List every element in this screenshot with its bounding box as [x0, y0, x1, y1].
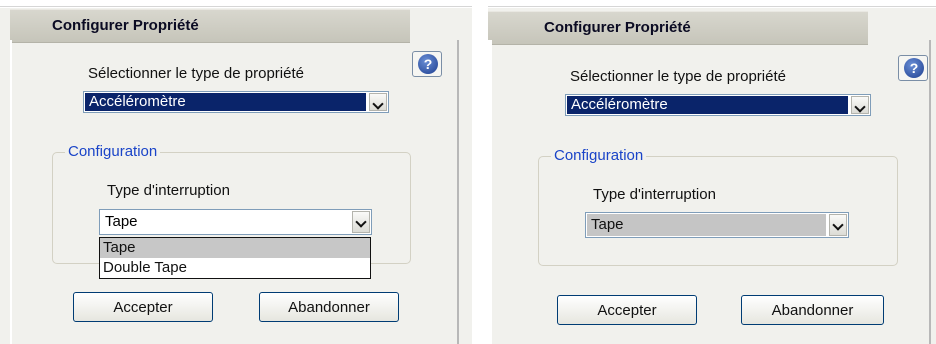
interrupt-type-value: Tape	[587, 214, 826, 236]
property-type-value: Accéléromètre	[85, 93, 366, 111]
left-edge	[10, 40, 12, 344]
help-button[interactable]: ?	[898, 55, 928, 81]
top-band	[488, 0, 936, 8]
top-band	[0, 0, 472, 8]
property-type-label: Sélectionner le type de propriété	[570, 68, 786, 85]
chevron-down-icon[interactable]	[851, 96, 869, 114]
interrupt-type-dropdown-list: Tape Double Tape	[99, 237, 371, 279]
cancel-button[interactable]: Abandonner	[259, 292, 399, 322]
right-edge	[457, 40, 459, 344]
accept-button[interactable]: Accepter	[557, 295, 697, 325]
interrupt-type-select[interactable]: Tape	[585, 212, 849, 238]
title-bar: Configurer Propriété	[10, 9, 410, 43]
option-double-tape[interactable]: Double Tape	[100, 258, 370, 278]
dialog-title: Configurer Propriété	[52, 17, 199, 34]
chevron-down-icon[interactable]	[829, 214, 847, 236]
property-type-select[interactable]: Accéléromètre	[83, 91, 389, 113]
chevron-down-icon[interactable]	[369, 93, 387, 111]
help-button[interactable]: ?	[412, 51, 442, 77]
help-icon: ?	[904, 58, 924, 78]
interrupt-type-select[interactable]: Tape	[99, 209, 372, 235]
right-edge	[929, 40, 931, 344]
chevron-down-icon[interactable]	[352, 211, 370, 233]
property-type-value: Accéléromètre	[567, 96, 848, 114]
left-dialog: Configurer Propriété ? Sélectionner le t…	[0, 0, 472, 344]
configuration-group-title: Configuration	[551, 147, 647, 164]
cancel-button[interactable]: Abandonner	[741, 295, 884, 325]
help-icon: ?	[418, 54, 438, 74]
interrupt-type-label: Type d'interruption	[593, 186, 716, 203]
configuration-group-title: Configuration	[65, 143, 161, 160]
left-edge	[488, 40, 492, 344]
property-type-select[interactable]: Accéléromètre	[565, 94, 871, 116]
interrupt-type-label: Type d'interruption	[107, 182, 230, 199]
accept-button[interactable]: Accepter	[73, 292, 213, 322]
dialog-title: Configurer Propriété	[544, 19, 691, 36]
title-bar: Configurer Propriété	[488, 11, 868, 45]
right-dialog: Configurer Propriété ? Sélectionner le t…	[488, 0, 936, 344]
option-tape[interactable]: Tape	[100, 238, 370, 258]
configuration-group: Configuration	[538, 147, 898, 266]
interrupt-type-value: Tape	[105, 213, 138, 230]
property-type-label: Sélectionner le type de propriété	[88, 65, 304, 82]
